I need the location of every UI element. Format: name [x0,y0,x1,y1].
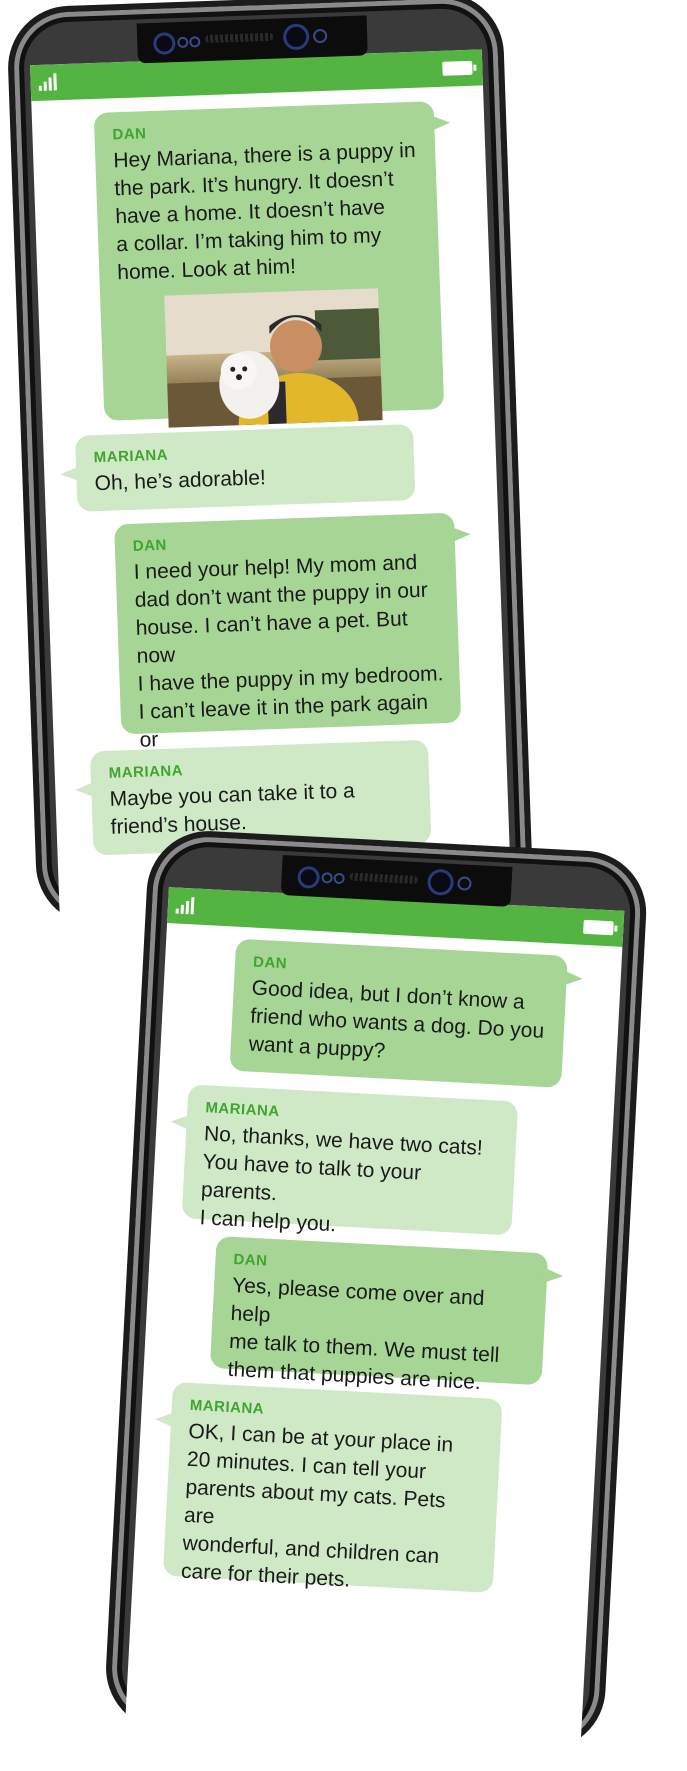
sensor-icon [457,876,472,891]
photo-illustration [164,288,383,428]
phone-1-notch [136,15,368,64]
speaker-grille [349,872,418,885]
camera-icon [297,865,321,889]
signal-icon [175,895,197,915]
message-bubble-mariana: MARIANA Oh, he’s adorable! [74,424,416,512]
signal-icon [38,72,59,91]
phone-2-screen: DAN Good idea, but I don’t know a friend… [123,887,625,1770]
phone-2: DAN Good idea, but I don’t know a friend… [102,828,650,1770]
sensor-icon [189,36,201,48]
phone-1-screen: DAN Hey Mariana, there is a puppy in the… [30,49,513,945]
battery-icon [442,60,473,76]
camera-icon [152,32,176,55]
front-camera-icon [282,23,310,51]
message-bubble-dan: DAN Yes, please come over and help me ta… [209,1236,549,1394]
message-text: OK, I can be at your place in 20 minutes… [180,1419,454,1592]
sensor-icon [177,36,189,49]
message-text: Yes, please come over and help me talk t… [227,1273,500,1395]
boy-with-puppy-photo [164,288,383,428]
speaker-grille [205,32,274,44]
message-text: No, thanks, we have two cats! You have t… [199,1122,484,1237]
message-bubble-mariana: MARIANA No, thanks, we have two cats! Yo… [181,1084,519,1236]
message-text: Oh, he’s adorable! [94,466,267,496]
message-text: Good idea, but I don’t know a friend who… [248,976,545,1063]
sensor-icon [312,28,328,44]
message-bubble-dan: DAN Hey Mariana, there is a puppy in the… [93,101,445,428]
message-text: Hey Mariana, there is a puppy in the par… [112,138,416,285]
message-bubble-dan: DAN Good idea, but I don’t know a friend… [229,938,568,1088]
message-bubble-mariana: MARIANA OK, I can be at your place in 20… [162,1381,503,1593]
sensor-icon [321,872,333,884]
battery-icon [583,919,614,936]
sensor-icon [333,872,345,885]
front-camera-icon [426,868,455,896]
message-bubble-dan: DAN I need your help! My mom and dad don… [114,512,462,780]
phone-1: DAN Hey Mariana, there is a puppy in the… [6,0,534,945]
